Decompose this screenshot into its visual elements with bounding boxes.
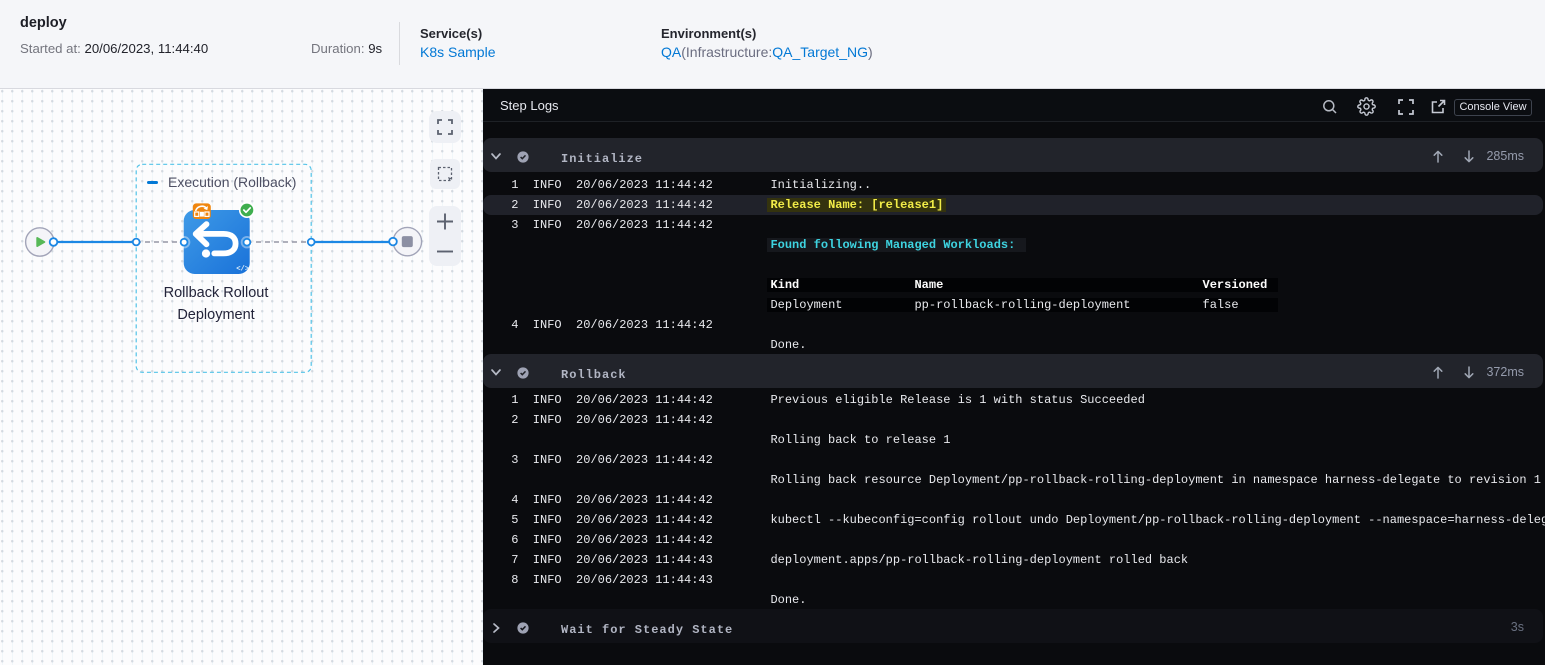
svg-text:</>: </>: [236, 266, 249, 274]
